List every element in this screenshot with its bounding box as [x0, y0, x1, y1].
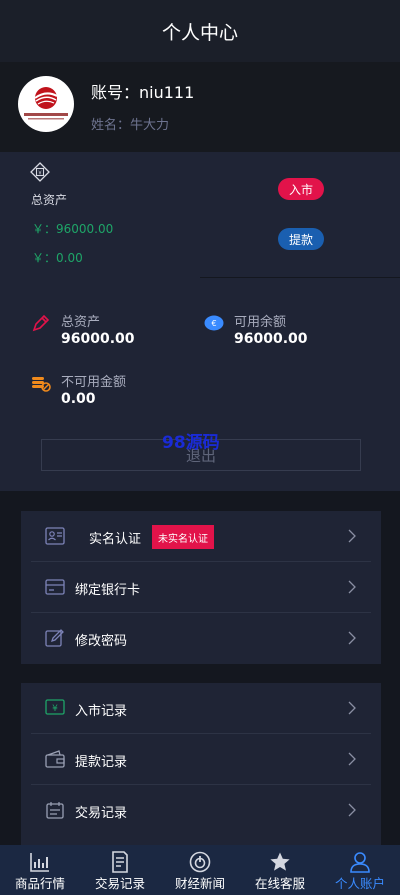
divider: [200, 277, 400, 278]
stat-unavailable-value: 0.00: [61, 391, 96, 407]
menu-label: 绑定银行卡: [75, 583, 141, 598]
stat-available-label: 可用余额: [234, 315, 287, 330]
stat-available: € 可用余额 96000.00: [204, 311, 364, 353]
watermark-text: 98源码: [162, 433, 220, 453]
tab-label: 财经新闻: [174, 876, 225, 891]
top-header: 个人中心: [0, 0, 400, 62]
profile-section: 账号：niu111 姓名：牛大力: [0, 62, 400, 152]
avatar: [18, 76, 74, 132]
id-card-icon: [45, 527, 65, 545]
chevron-right-icon: [348, 580, 356, 594]
power-icon: [189, 851, 211, 873]
user-name: 姓名：牛大力: [91, 118, 170, 133]
stat-available-value: 96000.00: [234, 331, 308, 347]
svg-text:¥: ¥: [52, 704, 58, 714]
chevron-right-icon: [348, 529, 356, 543]
tab-label: 在线客服: [254, 876, 305, 891]
menu-item-real-name[interactable]: 实名认证 未实名认证: [31, 511, 371, 562]
pen-icon: [32, 314, 50, 332]
asset-box-icon: ￥: [30, 162, 50, 182]
menu-item-withdraw-records[interactable]: 提款记录: [31, 734, 371, 785]
menu-label: 修改密码: [75, 634, 128, 649]
coins-stack-icon: [32, 377, 51, 392]
exchange-logo-icon: [24, 87, 68, 120]
assets-panel: ￥ 总资产 ￥：96000.00 ￥：0.00 入市 提款 总资产 96000.…: [0, 152, 400, 491]
personal-center-page: 个人中心 账号：niu111 姓名：牛大力 ￥ 总资产 ￥：96000.00 ￥…: [0, 0, 400, 895]
stat-unavailable-label: 不可用金额: [61, 375, 127, 390]
menu-item-deposit-records[interactable]: ¥ 入市记录: [31, 683, 371, 734]
records-menu: ¥ 入市记录 提款记录 交易记录: [21, 683, 381, 845]
unverified-badge: 未实名认证: [152, 525, 214, 549]
menu-label: 交易记录: [75, 806, 128, 821]
stat-total-assets-label: 总资产: [61, 315, 101, 330]
svg-text:€: €: [211, 319, 216, 328]
calendar-icon: [46, 802, 64, 819]
chevron-right-icon: [348, 631, 356, 645]
tab-label: 交易记录: [94, 876, 145, 891]
stat-unavailable: 不可用金额 0.00: [31, 371, 191, 413]
star-icon: [270, 852, 290, 871]
account-menu: 实名认证 未实名认证 绑定银行卡 修改密码: [21, 511, 381, 664]
menu-item-change-password[interactable]: 修改密码: [31, 613, 371, 664]
chevron-right-icon: [348, 752, 356, 766]
edit-icon: [45, 629, 64, 647]
withdraw-button[interactable]: 提款: [278, 228, 324, 250]
tab-label: 个人账户: [334, 876, 385, 891]
coin-icon: €: [204, 315, 224, 331]
tab-trade-records[interactable]: 交易记录: [80, 845, 160, 895]
svg-text:￥: ￥: [37, 171, 42, 177]
menu-item-trade-records[interactable]: 交易记录: [31, 785, 371, 836]
stat-total-assets: 总资产 96000.00: [31, 311, 191, 353]
bottom-tab-bar: 商品行情 交易记录 财经新闻 在线客服 个人账户: [0, 845, 400, 895]
yen-deposit-icon: ¥: [45, 699, 65, 715]
total-assets-value: ￥：96000.00: [32, 222, 114, 236]
menu-label: 入市记录: [75, 704, 128, 719]
chart-icon: [30, 853, 49, 872]
total-assets-label: 总资产: [31, 193, 68, 207]
tab-personal-account[interactable]: 个人账户: [320, 845, 400, 895]
tab-customer-service[interactable]: 在线客服: [240, 845, 320, 895]
chevron-right-icon: [348, 701, 356, 715]
user-icon: [350, 852, 370, 873]
menu-label: 提款记录: [75, 755, 128, 770]
document-icon: [112, 851, 128, 873]
wallet-icon: [45, 750, 65, 768]
tab-news[interactable]: 财经新闻: [160, 845, 240, 895]
tab-market[interactable]: 商品行情: [0, 845, 80, 895]
page-title: 个人中心: [161, 21, 238, 44]
stat-total-assets-value: 96000.00: [61, 331, 135, 347]
menu-label: 实名认证: [89, 532, 142, 547]
chevron-right-icon: [348, 803, 356, 817]
bank-card-icon: [45, 579, 65, 595]
deposit-button[interactable]: 入市: [278, 178, 324, 200]
tab-label: 商品行情: [14, 876, 65, 891]
frozen-assets-value: ￥：0.00: [32, 251, 83, 265]
account-number: 账号：niu111: [91, 83, 195, 102]
menu-item-bind-bank-card[interactable]: 绑定银行卡: [31, 562, 371, 613]
